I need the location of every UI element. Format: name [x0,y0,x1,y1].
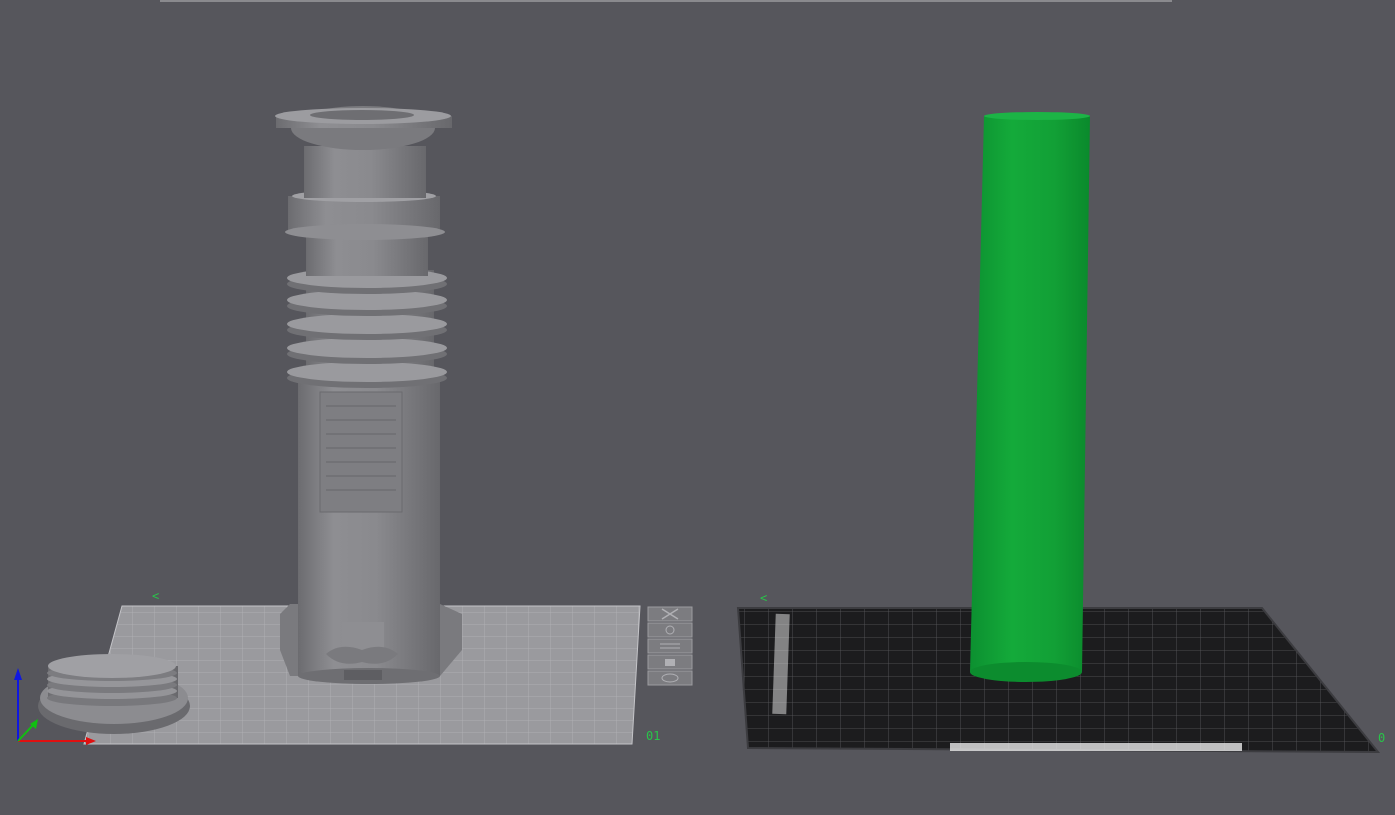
layers-icon[interactable] [647,638,693,654]
hilt-cap[interactable] [38,654,190,734]
blade-tube[interactable] [970,112,1090,682]
saber-hilt[interactable] [275,106,462,684]
bed-left-label-bottom: 01 [646,729,660,743]
bed-left-label-top: < [152,589,159,603]
left-side-toolbar [647,606,693,686]
bed-right-label-top: < [760,591,767,605]
3d-viewport[interactable]: < 01 < 0 [0,0,1395,815]
bed-right-label-bottom: 0 [1378,731,1385,745]
close-icon[interactable] [647,606,693,622]
lock-icon[interactable] [647,654,693,670]
view-icon[interactable] [647,670,693,686]
scale-icon[interactable] [647,622,693,638]
